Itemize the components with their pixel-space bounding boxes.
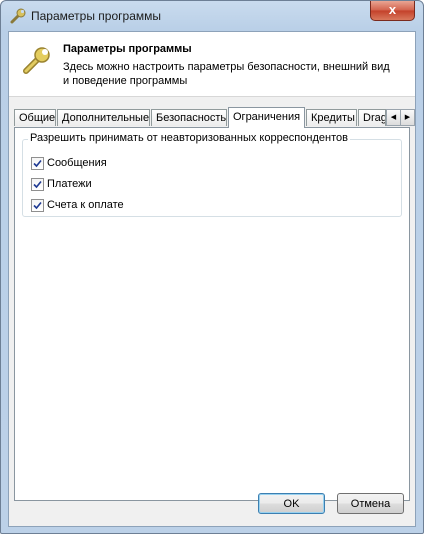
tab-panel-restrictions: Разрешить принимать от неавторизованных …: [14, 127, 410, 501]
header-description: Здесь можно настроить параметры безопасн…: [63, 61, 390, 87]
arrow-left-icon: ◀: [390, 114, 397, 121]
tab-strip: Общие Дополнительные Безопасность Ограни…: [14, 107, 415, 128]
arrow-right-icon: ▶: [404, 114, 411, 121]
tab-drag[interactable]: Drag: [358, 109, 386, 126]
tab-general[interactable]: Общие: [14, 109, 56, 126]
cancel-button[interactable]: Отмена: [337, 493, 404, 514]
invoices-checkbox[interactable]: [31, 199, 44, 212]
checkmark-icon: [33, 180, 42, 189]
checkmark-icon: [33, 201, 42, 210]
window-title: Параметры программы: [31, 9, 161, 23]
tab-additional[interactable]: Дополнительные: [57, 109, 150, 126]
tab-security[interactable]: Безопасность: [151, 109, 227, 126]
tab-restrictions[interactable]: Ограничения: [228, 107, 305, 128]
dialog-client-area: Параметры программы Здесь можно настроит…: [8, 31, 416, 527]
header-title: Параметры программы: [63, 43, 192, 55]
tab-credits[interactable]: Кредиты: [306, 109, 357, 126]
wrench-large-icon: [21, 44, 53, 76]
wrench-icon: [9, 7, 27, 25]
invoices-label: Счета к оплате: [47, 199, 124, 211]
unauthorized-senders-group: Разрешить принимать от неавторизованных …: [22, 132, 402, 217]
payments-checkbox[interactable]: [31, 178, 44, 191]
group-label: Разрешить принимать от неавторизованных …: [28, 132, 350, 144]
close-icon: x: [388, 2, 397, 17]
close-button[interactable]: x: [370, 1, 415, 21]
tab-scroll-right-button[interactable]: ▶: [400, 109, 415, 126]
dialog-window: Параметры программы x Параметры программ…: [0, 0, 424, 534]
ok-button[interactable]: OK: [258, 493, 325, 514]
dialog-header: Параметры программы Здесь можно настроит…: [9, 32, 415, 97]
messages-label: Сообщения: [47, 157, 107, 169]
tab-scroll-left-button[interactable]: ◀: [386, 109, 401, 126]
checkmark-icon: [33, 159, 42, 168]
messages-checkbox[interactable]: [31, 157, 44, 170]
title-bar[interactable]: Параметры программы x: [1, 1, 423, 31]
payments-label: Платежи: [47, 178, 92, 190]
